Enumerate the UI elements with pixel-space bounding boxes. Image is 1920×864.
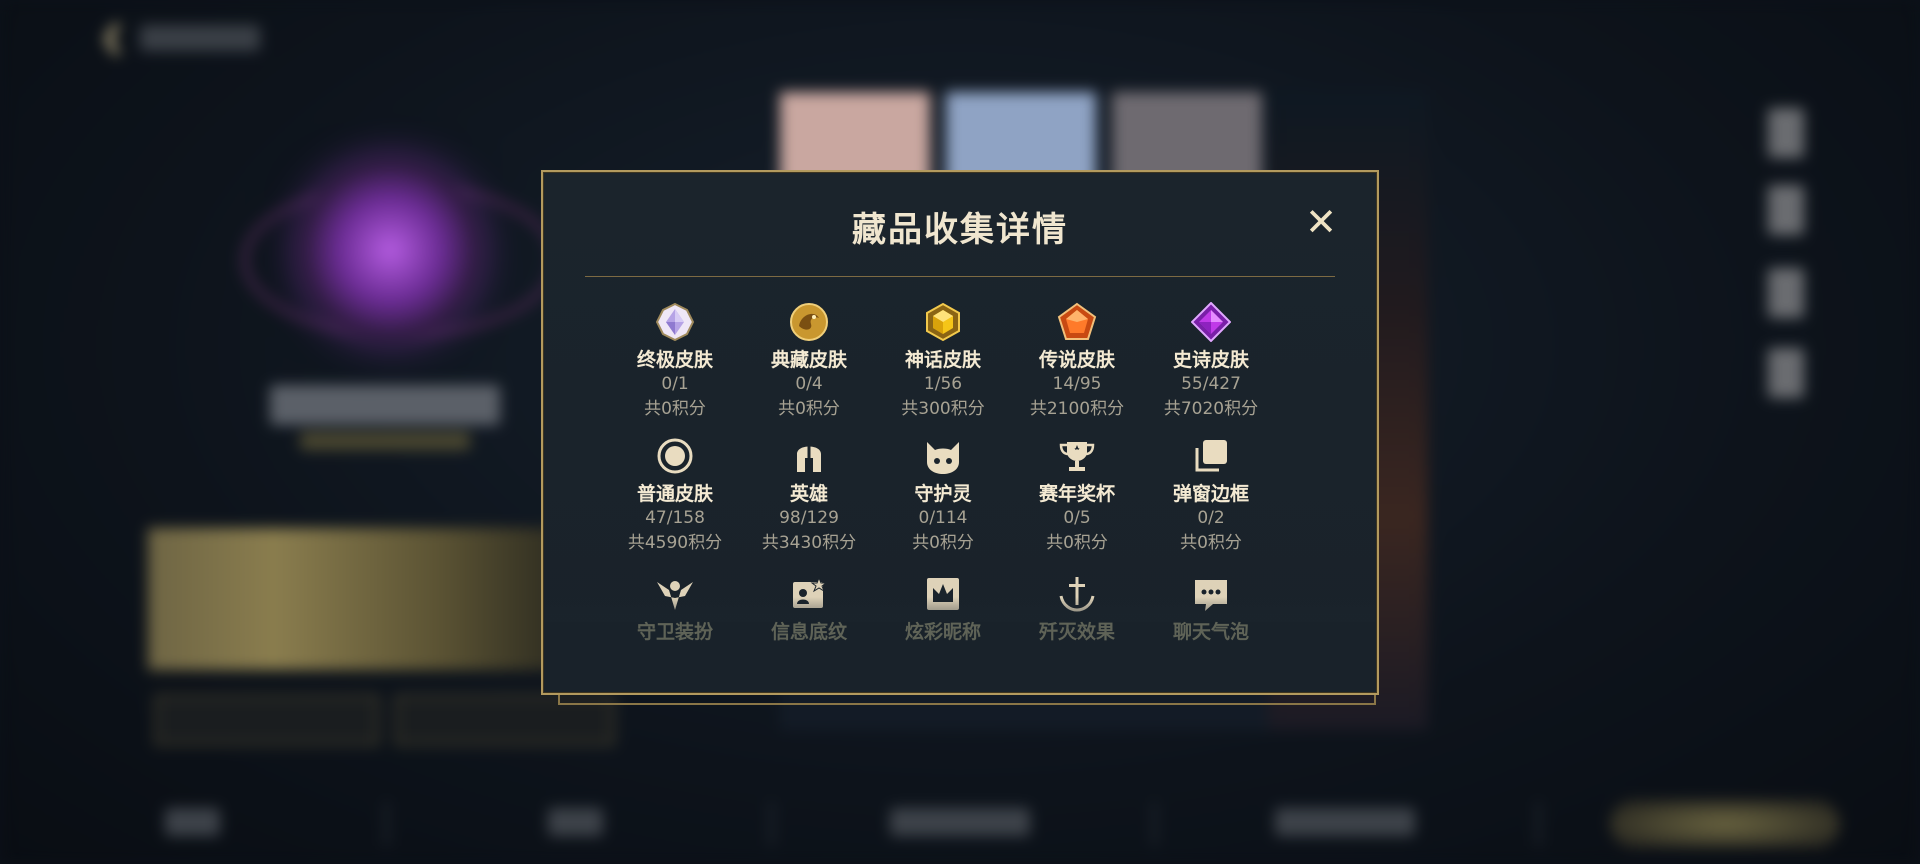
background-emblem	[300, 160, 480, 340]
category-item-kill-effect[interactable]: 歼灭效果	[1010, 572, 1144, 644]
kill-effect-icon	[1055, 572, 1099, 616]
category-item-chat-bubble[interactable]: 聊天气泡	[1144, 572, 1278, 644]
back-arrow-icon: ❮	[100, 20, 126, 55]
category-row-skins: 终极皮肤 0/1 共0积分 典藏皮肤 0/4 共0积分 神话皮肤 1/56 共3…	[608, 300, 1278, 422]
collection-skin-dragon-icon	[787, 300, 831, 344]
background-bottom-tab	[890, 808, 1030, 836]
background-separator	[1537, 802, 1540, 846]
background-button-left	[155, 695, 379, 745]
guardian-spirit-icon	[921, 434, 965, 478]
background-side-icon	[1768, 108, 1804, 158]
epic-skin-gem-icon	[1189, 300, 1233, 344]
category-item-collection-skin[interactable]: 典藏皮肤 0/4 共0积分	[742, 300, 876, 422]
category-item-popup-frame[interactable]: 弹窗边框 0/2 共0积分	[1144, 434, 1278, 556]
modal-shadow-frame	[558, 695, 1376, 705]
legendary-skin-gem-icon	[1055, 300, 1099, 344]
background-player-subtitle	[300, 432, 470, 450]
popup-frame-icon	[1189, 434, 1233, 478]
close-button[interactable]: ✕	[1303, 203, 1339, 241]
background-separator	[770, 802, 773, 846]
category-item-epic-skin[interactable]: 史诗皮肤 55/427 共7020积分	[1144, 300, 1278, 422]
category-item-info-background[interactable]: 信息底纹	[742, 572, 876, 644]
category-row-cosmetics: 守卫装扮 信息底纹 炫彩昵称 歼灭效果 聊天气泡	[608, 572, 1278, 644]
category-item-guard-outfit[interactable]: 守卫装扮	[608, 572, 742, 644]
background-separator	[1153, 802, 1156, 846]
background-side-icon	[1768, 268, 1804, 318]
season-trophy-icon	[1055, 434, 1099, 478]
background-nav-text	[140, 25, 260, 51]
category-item-legendary-skin[interactable]: 传说皮肤 14/95 共2100积分	[1010, 300, 1144, 422]
normal-skin-circle-icon	[653, 434, 697, 478]
category-item-normal-skin[interactable]: 普通皮肤 47/158 共4590积分	[608, 434, 742, 556]
hero-helmet-icon	[787, 434, 831, 478]
background-bottom-button	[1610, 800, 1840, 848]
category-row-misc: 普通皮肤 47/158 共4590积分 英雄 98/129 共3430积分 守护…	[608, 434, 1278, 556]
background-bottom-tab	[548, 808, 603, 836]
background-separator	[385, 802, 388, 846]
background-side-icon	[1768, 185, 1804, 235]
category-item-hero[interactable]: 英雄 98/129 共3430积分	[742, 434, 876, 556]
colorful-nickname-icon	[921, 572, 965, 616]
background-bottom-tab	[1275, 808, 1415, 836]
ultimate-skin-gem-icon	[653, 300, 697, 344]
background-side-icon	[1768, 348, 1804, 398]
guard-outfit-icon	[653, 572, 697, 616]
background-player-name	[270, 385, 500, 425]
category-item-mythic-skin[interactable]: 神话皮肤 1/56 共300积分	[876, 300, 1010, 422]
category-item-guardian-spirit[interactable]: 守护灵 0/114 共0积分	[876, 434, 1010, 556]
background-bottom-tab	[165, 808, 220, 836]
mythic-skin-gem-icon	[921, 300, 965, 344]
title-divider	[585, 276, 1335, 277]
collection-details-modal: 藏品收集详情 ✕ 终极皮肤 0/1 共0积分 典藏皮肤 0/4 共0积分 神话皮…	[541, 170, 1379, 695]
game-screen: ❮ 藏品收集详情 ✕ 终极皮肤 0/1 共0积分 典藏皮肤 0/4 共0积分 神…	[0, 0, 1920, 864]
modal-title: 藏品收集详情	[852, 210, 1068, 250]
info-background-icon	[787, 572, 831, 616]
category-item-season-trophy[interactable]: 赛年奖杯 0/5 共0积分	[1010, 434, 1144, 556]
background-gold-card	[148, 528, 568, 670]
chat-bubble-icon	[1189, 572, 1233, 616]
category-item-colorful-nickname[interactable]: 炫彩昵称	[876, 572, 1010, 644]
category-item-ultimate-skin[interactable]: 终极皮肤 0/1 共0积分	[608, 300, 742, 422]
